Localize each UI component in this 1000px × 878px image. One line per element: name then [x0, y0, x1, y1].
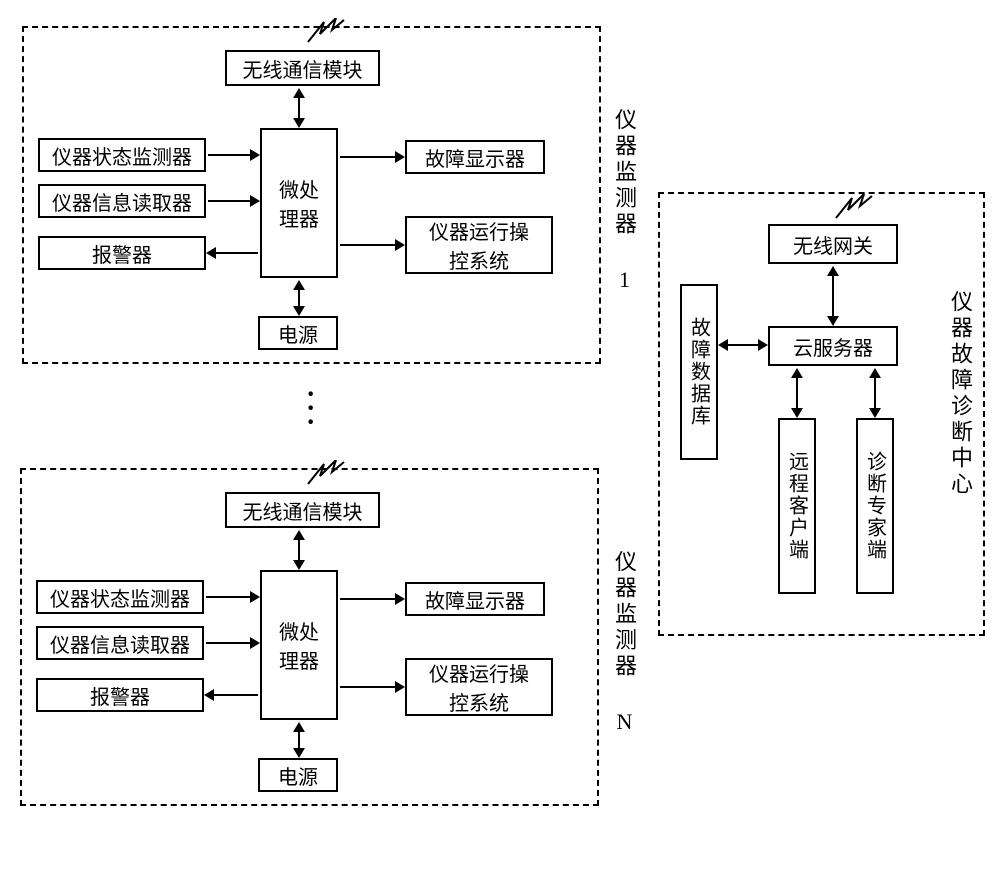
gateway-signal-icon	[834, 194, 874, 224]
diagram-stage: 仪器监测器 1 无线通信模块 仪器状态监测器 仪器信息读取器 报警器 微处 理器…	[0, 0, 1000, 878]
power-1: 电源	[258, 316, 338, 350]
alarm-n: 报警器	[36, 678, 204, 712]
fault-display-n: 故障显示器	[405, 582, 545, 616]
status-monitor-n: 仪器状态监测器	[36, 580, 204, 614]
control-system-n: 仪器运行操 控系统	[405, 658, 553, 716]
cloud-server: 云服务器	[768, 326, 898, 366]
info-reader-1: 仪器信息读取器	[38, 184, 206, 218]
info-reader-n: 仪器信息读取器	[36, 626, 204, 660]
status-monitor-1: 仪器状态监测器	[38, 138, 206, 172]
microprocessor-1: 微处 理器	[260, 128, 338, 278]
wireless-gateway: 无线网关	[768, 224, 898, 264]
alarm-1: 报警器	[38, 236, 206, 270]
wireless-signal-icon-n	[306, 460, 346, 490]
vertical-ellipsis: ···	[306, 388, 315, 430]
fault-display-1: 故障显示器	[405, 140, 545, 174]
wireless-module-n: 无线通信模块	[225, 492, 380, 528]
fault-database: 故障数据库	[680, 284, 718, 460]
control-system-1: 仪器运行操 控系统	[405, 216, 553, 274]
power-n: 电源	[258, 758, 338, 792]
microprocessor-n: 微处 理器	[260, 570, 338, 720]
wireless-module-1: 无线通信模块	[225, 50, 380, 86]
expert-end: 诊断专家端	[856, 418, 894, 594]
wireless-signal-icon	[306, 18, 346, 48]
diagnostic-center-label: 仪器故障诊断中心	[944, 290, 976, 498]
monitor-n-label: 仪器监测器 N	[608, 550, 640, 738]
remote-client: 远程客户端	[778, 418, 816, 594]
monitor-1-label: 仪器监测器 1	[608, 108, 640, 296]
